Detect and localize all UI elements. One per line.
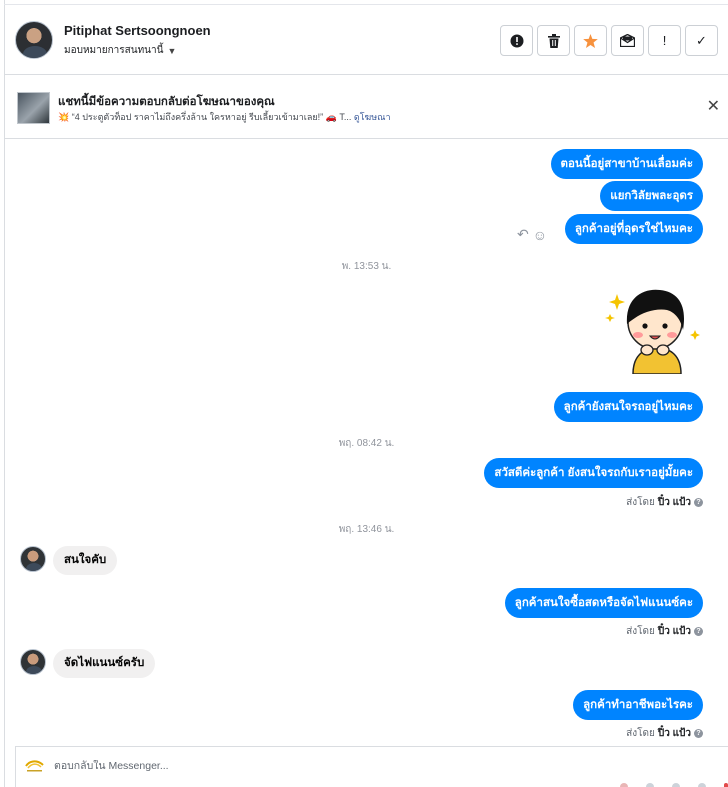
timestamp: พฤ. 08:42 น.: [338, 438, 395, 449]
sent-by-name: ปิ๋ว แป้ว: [657, 626, 691, 637]
incoming-message[interactable]: สนใจคับ: [53, 546, 118, 575]
message-input[interactable]: [54, 760, 654, 772]
message-thread[interactable]: ตอนนี้อยู่สาขาบ้านเลื่อมค่ะ แยกวิลัยพละอ…: [5, 140, 728, 740]
done-button[interactable]: ✓: [685, 25, 718, 56]
help-icon[interactable]: ?: [694, 627, 703, 636]
outgoing-message[interactable]: ลูกค้าอยู่ที่อุดรใช่ไหมคะ: [564, 214, 703, 244]
caret-down-icon: ▼: [167, 45, 177, 56]
page-logo-icon: [25, 760, 44, 772]
help-icon[interactable]: ?: [694, 729, 703, 738]
ad-reply-banner: แชทนี้มีข้อความตอบกลับต่อโฆษณาของคุณ 💥 “…: [5, 76, 728, 139]
conversation-header: Pitiphat Sertsoongnoen มอบหมายการสนทนานี…: [5, 5, 728, 75]
outgoing-message[interactable]: ตอนนี้อยู่สาขาบ้านเลื่อมค่ะ: [550, 149, 703, 179]
outgoing-message[interactable]: สวัสดีค่ะลูกค้า ยังสนใจรถกับเราอยู่มั้ยค…: [484, 458, 703, 488]
message-tools: ↶ ☺: [517, 226, 547, 243]
incoming-message[interactable]: จัดไฟแนนซ์ครับ: [53, 649, 156, 678]
delete-button[interactable]: [537, 25, 570, 56]
mark-unread-button[interactable]: [611, 25, 644, 56]
sent-by-prefix: ส่งโดย: [626, 728, 655, 739]
sent-by-name: ปิ๋ว แป้ว: [657, 497, 691, 508]
reply-composer: [15, 746, 728, 787]
timestamp: พ. 13:53 น.: [341, 261, 392, 272]
view-ad-link[interactable]: ดูโฆษณา: [354, 112, 391, 122]
ad-thumbnail[interactable]: [17, 92, 50, 124]
outgoing-message[interactable]: ลูกค้าทำอาชีพอะไรคะ: [573, 690, 703, 720]
envelope-icon: [620, 34, 635, 47]
contact-avatar-small[interactable]: [20, 649, 46, 675]
ad-banner-title: แชทนี้มีข้อความตอบกลับต่อโฆษณาของคุณ: [58, 96, 275, 108]
conversation-actions: ! ✓: [500, 25, 718, 56]
ad-banner-subtitle: 💥 “4 ประตูตัวท็อป ราคาไม่ถึงครึ่งล้าน ใค…: [58, 110, 391, 124]
exclamation-icon: !: [662, 33, 667, 48]
alert-circle-icon: [510, 34, 523, 47]
reply-icon[interactable]: ↶: [517, 226, 529, 243]
follow-up-button[interactable]: [574, 25, 607, 56]
mark-important-button[interactable]: !: [648, 25, 681, 56]
sent-by-name: ปิ๋ว แป้ว: [657, 728, 691, 739]
spam-button[interactable]: [500, 25, 533, 56]
close-icon[interactable]: ✕: [707, 99, 720, 115]
trash-icon: [547, 33, 560, 48]
star-icon: [583, 33, 598, 48]
assign-label: มอบหมายการสนทนานี้: [64, 45, 164, 56]
sent-by-prefix: ส่งโดย: [626, 626, 655, 637]
check-icon: ✓: [696, 32, 707, 48]
composer-toolbar: [620, 783, 728, 787]
outgoing-message[interactable]: แยกวิลัยพละอุดร: [600, 181, 703, 211]
attachment-icon[interactable]: [646, 783, 654, 787]
timestamp: พฤ. 13:46 น.: [338, 524, 395, 535]
outgoing-message[interactable]: ลูกค้าสนใจซื้อสดหรือจัดไฟแนนซ์คะ: [504, 588, 703, 618]
sent-by-prefix: ส่งโดย: [626, 497, 655, 508]
emoji-icon[interactable]: [620, 783, 628, 787]
saved-reply-icon[interactable]: [672, 783, 680, 787]
help-icon[interactable]: ?: [694, 498, 703, 507]
gif-icon[interactable]: [698, 783, 706, 787]
ad-caption: 💥 “4 ประตูตัวท็อป ราคาไม่ถึงครึ่งล้าน ใค…: [58, 112, 352, 122]
contact-name[interactable]: Pitiphat Sertsoongnoen: [64, 23, 211, 38]
contact-avatar[interactable]: [15, 21, 53, 59]
like-icon[interactable]: [724, 783, 728, 787]
reaction-icon[interactable]: ☺: [533, 227, 547, 243]
sent-by-label: ส่งโดย ปิ๋ว แป้ว ?: [626, 624, 703, 639]
sent-by-label: ส่งโดย ปิ๋ว แป้ว ?: [626, 495, 703, 510]
sent-by-label: ส่งโดย ปิ๋ว แป้ว ?: [626, 726, 703, 740]
sticker-girl-image[interactable]: [605, 282, 705, 374]
contact-avatar-small[interactable]: [20, 546, 46, 572]
outgoing-message[interactable]: ลูกค้ายังสนใจรถอยู่ไหมคะ: [553, 392, 703, 422]
assign-conversation-dropdown[interactable]: มอบหมายการสนทนานี้ ▼: [64, 43, 176, 58]
